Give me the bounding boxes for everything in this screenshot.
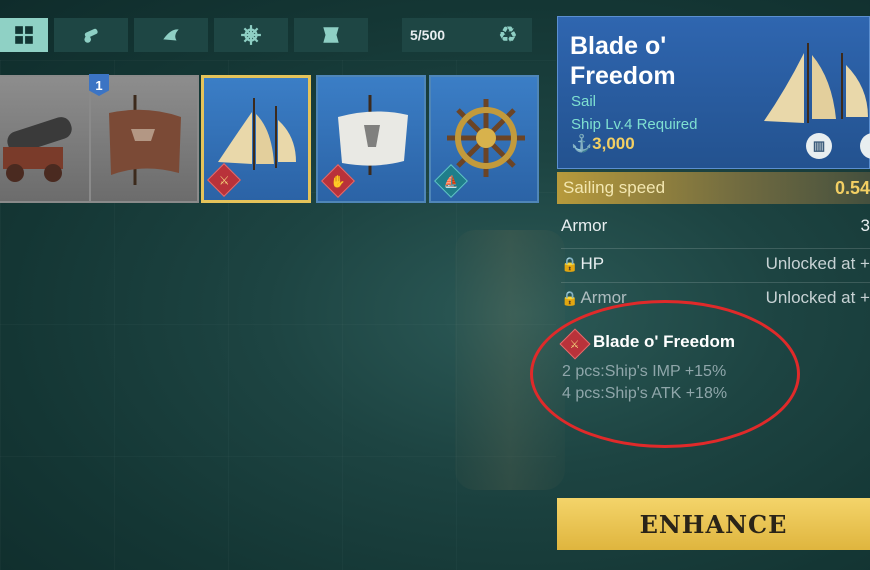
inventory-counter: 5/500 ♻ (402, 18, 532, 52)
item-card-sail-selected[interactable]: ⚔ (201, 75, 311, 203)
cannon-icon (84, 28, 98, 43)
item-name: Blade o' Freedom (570, 32, 676, 90)
tab-all[interactable] (0, 18, 48, 52)
item-card-helm[interactable]: ⛵ (429, 75, 539, 203)
price-value: 3,000 (592, 134, 635, 153)
stat-label: Armor (561, 216, 608, 235)
stat-value: Unlocked at + (765, 288, 870, 307)
lock-toggle-icon[interactable]: ▥ (806, 133, 832, 159)
annotation-circle (530, 300, 800, 448)
stat-divider (561, 248, 870, 249)
inventory-count: 5/500 (410, 27, 446, 43)
brown-sail-image (109, 95, 181, 185)
tab-sails[interactable] (134, 18, 208, 52)
tab-helms[interactable] (214, 18, 288, 52)
helm-wheel-icon (241, 25, 261, 45)
item-requirement: Ship Lv.4 Required (571, 116, 698, 133)
tab-cannons[interactable] (54, 18, 128, 52)
flag-icon (323, 27, 339, 43)
main-stat-label: Sailing speed (563, 178, 666, 197)
item-detail-header: Blade o' Freedom Sail Ship Lv.4 Required… (557, 16, 870, 169)
stat-value: Unlocked at + (765, 254, 870, 273)
stat-row-armor: Armor 3 (561, 216, 870, 236)
stat-row-hp-locked: 🔒 HP Unlocked at + (561, 254, 870, 274)
main-stat-row: Sailing speed 0.54 (557, 172, 870, 204)
compare-icon[interactable] (860, 133, 870, 159)
sail-icon (163, 29, 179, 41)
ship-sail-image (764, 43, 868, 123)
stat-label: HP (580, 254, 605, 273)
item-price: ⚓3,000 (571, 134, 635, 154)
stat-divider (561, 282, 870, 283)
main-stat-value: 0.54 (834, 177, 870, 198)
grid-icon (15, 26, 33, 44)
recycle-icon[interactable]: ♻ (498, 22, 518, 48)
stat-value: 3 (860, 216, 870, 235)
enhance-button[interactable]: ENHANCE (557, 498, 870, 550)
padlock-icon: 🔒 (561, 290, 579, 306)
tab-flags[interactable] (294, 18, 368, 52)
item-card-white-sail[interactable]: ✋ (316, 75, 426, 203)
item-type: Sail (571, 93, 597, 110)
coin-icon: ⚓ (571, 134, 593, 153)
padlock-icon: 🔒 (561, 256, 579, 272)
category-tabs (0, 18, 374, 52)
item-card-brown-sail[interactable] (89, 75, 199, 203)
